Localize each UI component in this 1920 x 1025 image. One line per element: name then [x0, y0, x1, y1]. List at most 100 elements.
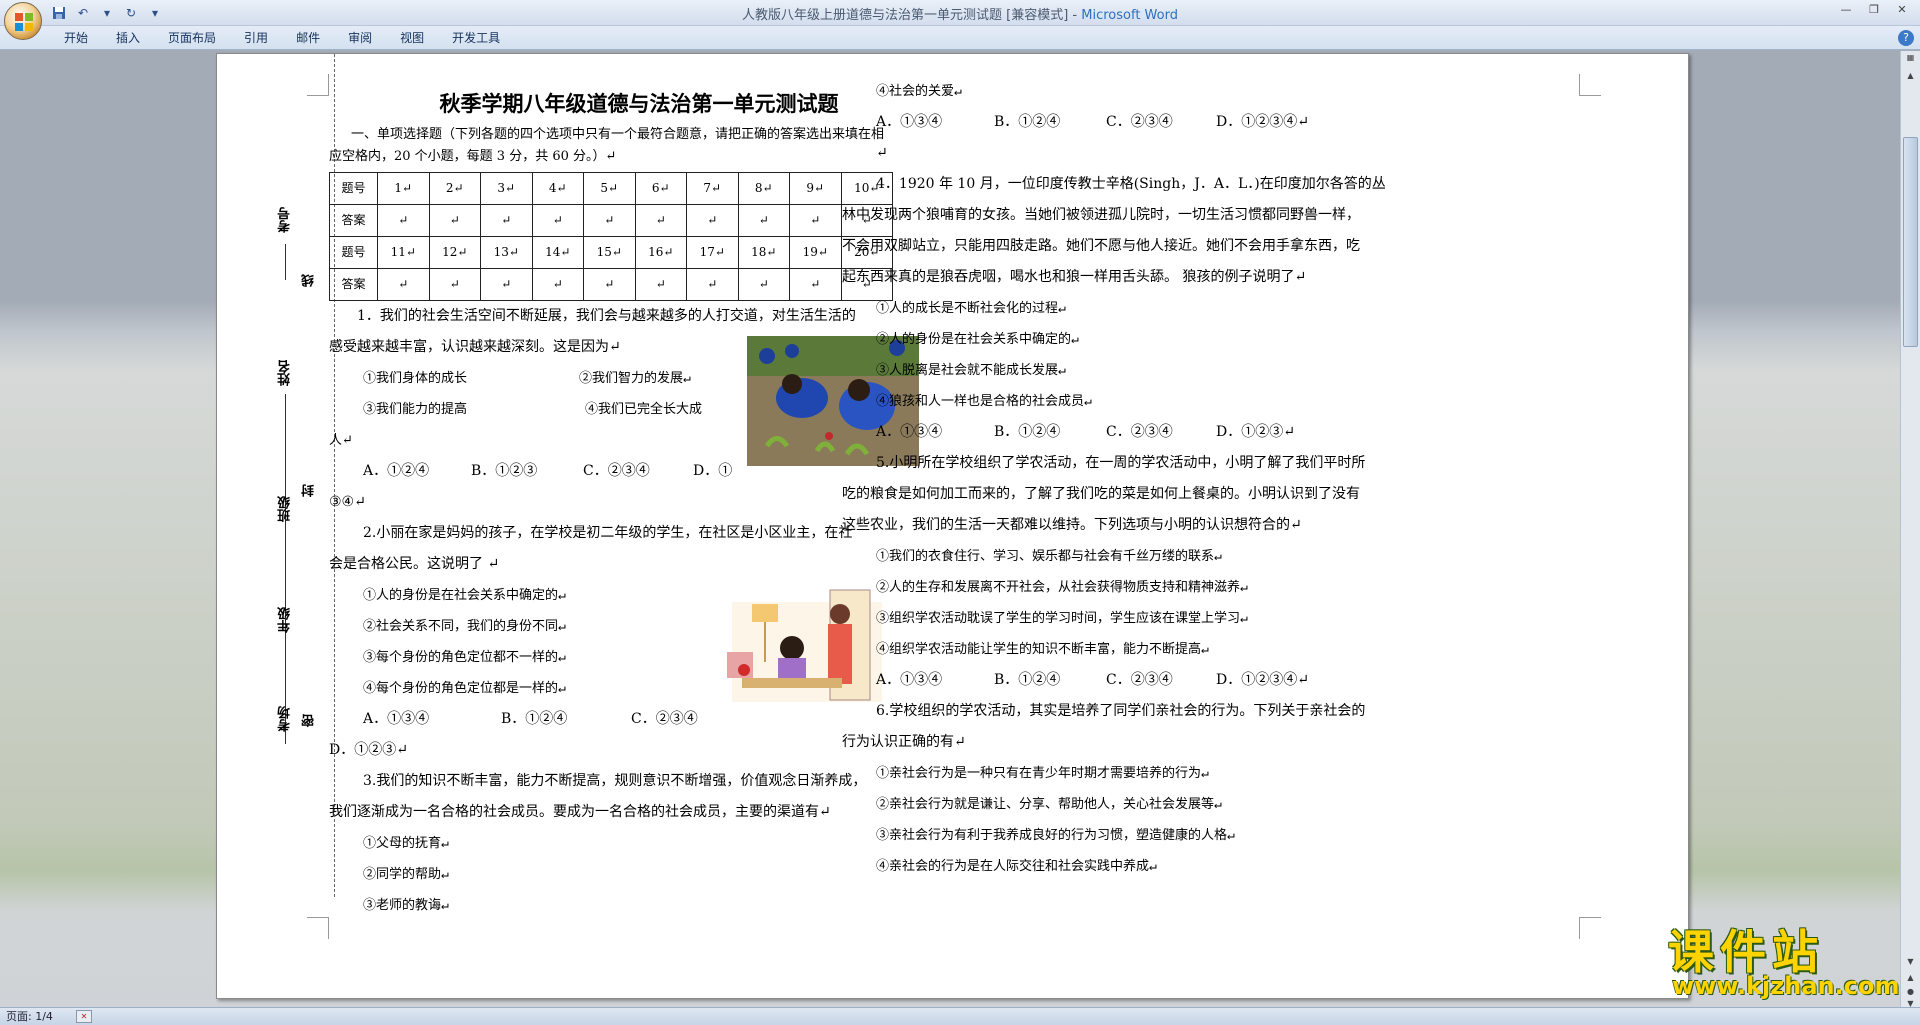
answer-cell[interactable]: ↵: [531, 204, 584, 237]
question-3-option: ③老师的教诲↵: [363, 898, 449, 913]
question-4-option: ③人脱离是社会就不能成长发展↵: [876, 363, 1066, 378]
crop-mark: [1579, 917, 1601, 939]
tab-insert[interactable]: 插入: [102, 30, 154, 46]
table-cell: 2↵: [428, 172, 481, 205]
binding-label-class: 班级: [278, 496, 293, 522]
document-title: 人教版八年级上册道德与法治第一单元测试题 [兼容模式] -: [742, 8, 1082, 23]
question-6-option: ③亲社会行为有利于我养成良好的行为习惯，塑造健康的人格↵: [876, 828, 1235, 843]
answer-cell[interactable]: ↵: [583, 268, 636, 301]
proofing-status-icon[interactable]: ✕: [76, 1010, 92, 1023]
tab-mailings[interactable]: 邮件: [282, 30, 334, 46]
option-text: ②我们智力的发展↵: [579, 371, 691, 386]
office-button[interactable]: [4, 2, 42, 40]
answer-cell[interactable]: ↵: [480, 268, 533, 301]
answer-choice-b: B．①②③: [471, 463, 538, 479]
question-6-option: ④亲社会的行为是在人际交往和社会实践中养成↵: [876, 859, 1157, 874]
table-row: 题号 1↵ 2↵ 3↵ 4↵ 5↵ 6↵ 7↵ 8↵ 9↵ 10↵: [329, 172, 893, 205]
answer-choice-d: D．①: [693, 463, 733, 479]
answer-choice-a: A．①②④: [363, 463, 430, 479]
restore-icon[interactable]: ❐: [1862, 2, 1886, 18]
question-6-text-cont: 行为认识正确的有↵: [842, 734, 966, 750]
ruler-toggle-icon[interactable]: ▦: [1903, 51, 1918, 65]
answer-cell[interactable]: ↵: [531, 268, 584, 301]
table-cell: 11↵: [377, 236, 430, 269]
answer-cell[interactable]: ↵: [686, 268, 739, 301]
table-cell: 14↵: [531, 236, 584, 269]
window-controls: — ❐ ✕: [1834, 2, 1914, 18]
answer-choice-d: D．①②③↵: [1216, 424, 1295, 440]
vertical-scrollbar[interactable]: ▦ ▲ ▼ ▲ ● ▼: [1900, 51, 1920, 1009]
question-4-option: ④狼孩和人一样也是合格的社会成员↵: [876, 394, 1092, 409]
answer-cell[interactable]: ↵: [789, 204, 842, 237]
status-bar: 页面: 1/4 ✕: [0, 1007, 1920, 1025]
tab-developer[interactable]: 开发工具: [438, 30, 514, 46]
answer-choice-c: C．②③④: [631, 711, 698, 727]
answer-cell[interactable]: ↵: [686, 204, 739, 237]
answer-cell[interactable]: ↵: [428, 268, 481, 301]
binding-line: [285, 244, 286, 280]
question-5-answers: A．①③④ B．①②④ C．②③④ D．①②③④↵: [842, 665, 1342, 696]
tab-home[interactable]: 开始: [50, 30, 102, 46]
scroll-up-icon[interactable]: ▲: [1903, 69, 1918, 83]
question-4-option: ①人的成长是不断社会化的过程↵: [876, 301, 1066, 316]
table-cell: 18↵: [737, 236, 790, 269]
scrollbar-thumb[interactable]: [1903, 137, 1918, 347]
table-row: 题号 11↵ 12↵ 13↵ 14↵ 15↵ 16↵ 17↵ 18↵ 19↵ 2…: [329, 236, 893, 269]
answer-choice-d: D．①②③④↵: [1216, 114, 1309, 130]
table-cell: 3↵: [480, 172, 533, 205]
table-cell: 1↵: [377, 172, 430, 205]
binding-label-line: 线: [302, 274, 317, 287]
tab-references[interactable]: 引用: [230, 30, 282, 46]
table-cell: 8↵: [737, 172, 790, 205]
help-icon[interactable]: ?: [1898, 30, 1914, 46]
window-title: 人教版八年级上册道德与法治第一单元测试题 [兼容模式] - Microsoft …: [0, 4, 1920, 23]
option-text: ①我们身体的成长: [363, 371, 468, 386]
tab-view[interactable]: 视图: [386, 30, 438, 46]
table-row: 答案 ↵ ↵ ↵ ↵ ↵ ↵ ↵ ↵ ↵ ↵: [329, 204, 893, 237]
minimize-icon[interactable]: —: [1834, 2, 1858, 18]
answer-cell[interactable]: ↵: [583, 204, 636, 237]
question-4-text-cont: 不会用双脚站立，只能用四肢走路。她们不愿与他人接近。她们不会用手拿东西，吃: [842, 238, 1360, 254]
answer-cell[interactable]: ↵: [634, 268, 687, 301]
table-cell: 答案: [329, 204, 378, 237]
answer-choice-c: C．②③④: [1106, 114, 1173, 130]
answer-choice-a: A．①③④: [876, 424, 943, 440]
answer-cell[interactable]: ↵: [737, 204, 790, 237]
answer-cell[interactable]: ↵: [377, 204, 430, 237]
question-6-text: 6.学校组织的学农活动，其实是培养了同学们亲社会的行为。下列关于亲社会的: [876, 703, 1366, 719]
answer-choice-a: A．①③④: [876, 114, 943, 130]
question-4-text-cont: 起东西来真的是狼吞虎咽，喝水也和狼一样用舌头舔。 狼孩的例子说明了↵: [842, 269, 1307, 285]
binding-label-name: 姓名: [278, 360, 293, 386]
tab-review[interactable]: 审阅: [334, 30, 386, 46]
answer-choice-b: B．①②④: [994, 114, 1061, 130]
answer-cell[interactable]: ↵: [634, 204, 687, 237]
tab-page-layout[interactable]: 页面布局: [154, 30, 230, 46]
answer-cell[interactable]: ↵: [377, 268, 430, 301]
binding-label-seal: 封: [302, 484, 317, 497]
answer-cell[interactable]: ↵: [789, 268, 842, 301]
binding-line: [285, 534, 286, 654]
table-cell: 19↵: [789, 236, 842, 269]
document-page[interactable]: 考号 线 姓名 封 班级 年级 考场 密 秋季学期八年级道德与法治第一单元测试题…: [216, 53, 1689, 999]
question-5-text-cont: 这些农业，我们的生活一天都难以维持。下列选项与小明的认识想符合的↵: [842, 517, 1302, 533]
question-5-text: 5.小明所在学校组织了学农活动，在一周的学农活动中，小明了解了我们平时所: [876, 455, 1366, 471]
question-5-option: ③组织学农活动耽误了学生的学习时间，学生应该在课堂上学习↵: [876, 611, 1248, 626]
table-row: 答案 ↵ ↵ ↵ ↵ ↵ ↵ ↵ ↵ ↵ ↵: [329, 268, 893, 301]
page-indicator[interactable]: 页面: 1/4: [6, 1008, 53, 1025]
question-4-text-cont: 林中发现两个狼哺育的女孩。当她们被领进孤儿院时，一切生活习惯都同野兽一样，: [842, 207, 1360, 223]
question-5-option: ②人的生存和发展离不开社会，从社会获得物质支持和精神滋养↵: [876, 580, 1248, 595]
title-bar: ↶ ▾ ↻ ▾ 人教版八年级上册道德与法治第一单元测试题 [兼容模式] - Mi…: [0, 0, 1920, 26]
watermark-url-text: www.kjzhan.com: [1672, 972, 1900, 1000]
answer-cell[interactable]: ↵: [480, 204, 533, 237]
answer-choice-c: C．②③④: [1106, 672, 1173, 688]
question-3-option: ④社会的关爱↵: [876, 84, 962, 99]
answer-cell[interactable]: ↵: [737, 268, 790, 301]
close-icon[interactable]: ✕: [1890, 2, 1914, 18]
table-cell: 17↵: [686, 236, 739, 269]
answer-cell[interactable]: ↵: [428, 204, 481, 237]
blank-paragraph: ↵: [876, 145, 888, 161]
table-cell: 5↵: [583, 172, 636, 205]
question-5-text-cont: 吃的粮食是如何加工而来的，了解了我们吃的菜是如何上餐桌的。小明认识到了没有: [842, 486, 1360, 502]
answer-choice-d: D．①②③④↵: [1216, 672, 1309, 688]
office-logo-icon: [15, 13, 33, 31]
